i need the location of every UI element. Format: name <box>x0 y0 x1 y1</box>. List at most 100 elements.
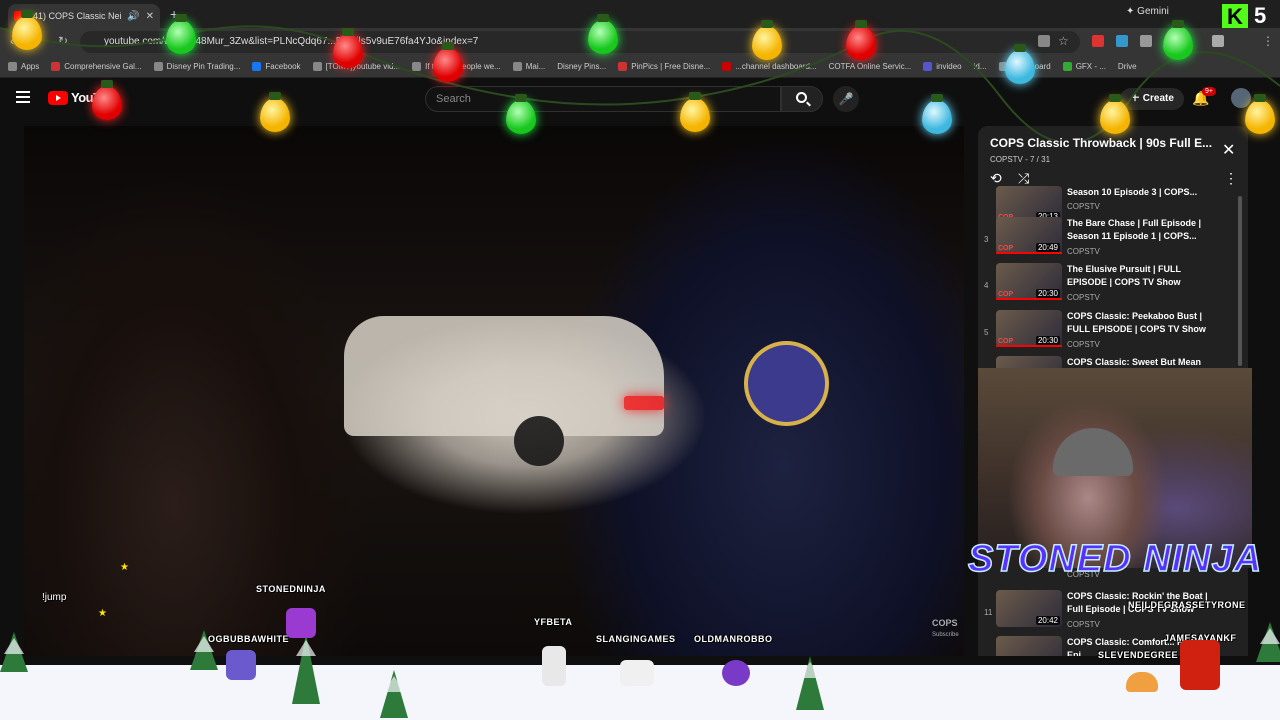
video-player[interactable]: COPS Subscribe <box>24 126 964 656</box>
kick-logo: K <box>1222 4 1248 30</box>
duration-badge: 20:49 <box>1035 243 1060 252</box>
watch-progress-bar <box>996 252 1062 254</box>
subscribe-watermark[interactable]: Subscribe <box>932 632 959 638</box>
star-icon: ★ <box>98 608 107 619</box>
pine-tree-icon <box>292 634 320 704</box>
facebook-icon <box>252 62 262 71</box>
youtube-header: YouT Search 🎤 ＋ Create 🔔 9+ <box>0 78 1280 122</box>
green-bulb-icon <box>588 14 618 54</box>
media-icon[interactable] <box>1212 35 1224 47</box>
tab-audio-icon[interactable]: 🔊 <box>127 11 139 22</box>
bookmark-item[interactable]: PinPics | Free Disne... <box>618 62 710 71</box>
channel-name: COPSTV <box>1067 247 1100 256</box>
bookmark-favicon-icon <box>1062 62 1072 71</box>
chatter-avatar-sprite <box>542 646 566 686</box>
playlist-header: COPS Classic Throwback | 90s Full E... C… <box>978 126 1248 194</box>
red-bulb-icon <box>433 42 463 82</box>
bookmark-item[interactable]: Apps <box>8 62 39 71</box>
bookmark-item[interactable]: id... <box>974 62 987 71</box>
video-title: COPS Classic: Peekaboo Bust | FULL EPISO… <box>1067 311 1206 334</box>
chatter-avatar-sprite <box>1180 640 1220 690</box>
playlist-title[interactable]: COPS Classic Throwback | 90s Full E... <box>990 136 1212 150</box>
video-thumbnail[interactable] <box>996 356 1062 368</box>
bookmark-favicon-icon <box>153 62 163 71</box>
pine-tree-icon <box>1256 622 1280 662</box>
thumbnail-cops-logo: COP <box>998 245 1014 252</box>
video-thumbnail[interactable]: COP 20:49 <box>996 217 1062 254</box>
apps-icon <box>8 62 17 71</box>
bookmark-item[interactable]: Drive <box>1118 62 1137 71</box>
playlist-scrollbar[interactable] <box>1238 196 1242 366</box>
yellow-bulb-icon <box>680 92 710 132</box>
car-taillights <box>624 396 664 410</box>
create-button[interactable]: ＋ Create <box>1120 88 1184 110</box>
playlist-item[interactable]: 3 COP 20:49 The Bare Chase | Full Episode… <box>978 217 1248 263</box>
voice-search-icon[interactable]: 🎤 <box>833 86 859 112</box>
bookmark-item[interactable]: invideo <box>923 62 962 71</box>
chatter-name: NEILDEGRASSETYRONE <box>1128 600 1246 610</box>
star-icon: ★ <box>120 562 129 573</box>
video-thumbnail[interactable]: 20:42 <box>996 590 1062 627</box>
video-thumbnail[interactable] <box>996 636 1062 656</box>
notification-count-badge: 9+ <box>1202 87 1216 96</box>
channel-name: COPSTV <box>1067 293 1100 302</box>
green-bulb-icon <box>166 14 196 54</box>
video-thumbnail[interactable]: COP 20:30 <box>996 310 1062 347</box>
url-text: youtube.com/w...=qx48Mur_3Zw&list=PLNcQd… <box>104 36 479 47</box>
chatter-name: YFBETA <box>534 617 573 627</box>
more-options-icon[interactable]: ⋮ <box>1224 170 1238 187</box>
hamburger-menu-icon[interactable] <box>16 91 30 103</box>
reload-icon[interactable]: ↻ <box>58 34 68 48</box>
browser-menu-icon[interactable]: ⋮ <box>1262 34 1274 48</box>
shuffle-icon[interactable]: ⤮ <box>1018 170 1029 187</box>
thumbnail-cops-logo: COP <box>998 291 1014 298</box>
duration-badge: 20:42 <box>1035 616 1060 625</box>
loop-icon[interactable]: ⟲ <box>990 170 1002 187</box>
close-icon[interactable]: ✕ <box>1222 140 1235 160</box>
bookmark-item[interactable]: Disney Pin Trading... <box>153 62 240 71</box>
browser-tab-bar: (41) COPS Classic Neighbo... 🔊 ✕ + ✦ Gem… <box>0 0 1280 30</box>
extensions-puzzle-icon[interactable] <box>1140 35 1152 47</box>
yellow-bulb-icon <box>1100 94 1130 134</box>
bookmark-item[interactable]: ...channel dashboard... <box>722 62 817 71</box>
tab-close-icon[interactable]: ✕ <box>146 11 154 22</box>
account-avatar[interactable] <box>1231 88 1251 108</box>
bookmark-item[interactable]: COTFA Online Servic... <box>829 62 912 71</box>
video-thumbnail[interactable]: COP 20:30 <box>996 263 1062 300</box>
chatter-name: STONEDNINJA <box>256 584 326 594</box>
red-bulb-icon <box>92 80 122 120</box>
chatter-name: OLDMANROBBO <box>694 634 773 644</box>
search-button[interactable] <box>781 86 823 112</box>
playlist-item[interactable]: 11 20:42 COPS Classic: Rockin' the Boat … <box>978 590 1248 636</box>
channel-watermark[interactable]: COPS <box>932 618 958 628</box>
playlist-item[interactable]: COPS Classic: Sweet But Mean <box>978 356 1248 368</box>
install-icon[interactable] <box>1038 35 1050 47</box>
red-bulb-icon <box>333 28 363 68</box>
police-badge-patch <box>744 341 829 426</box>
search-input[interactable]: Search <box>425 86 781 112</box>
bookmarks-bar: Apps Comprehensive Gal... Disney Pin Tra… <box>0 56 1280 78</box>
extension-icon[interactable] <box>1092 35 1104 47</box>
bookmark-item[interactable]: Mai... <box>512 62 545 71</box>
pine-tree-icon <box>190 630 218 670</box>
gemini-label: Gemini <box>1137 6 1169 17</box>
bookmark-star-icon[interactable]: ☆ <box>1058 34 1069 48</box>
playlist-item[interactable]: 4 COP 20:30 The Elusive Pursuit | FULL EP… <box>978 263 1248 309</box>
kick-viewer-count: 5 <box>1254 3 1267 28</box>
bookmark-favicon-icon <box>412 62 422 71</box>
playlist-item[interactable]: 5 COP 20:30 COPS Classic: Peekaboo Bust |… <box>978 310 1248 356</box>
gemini-button[interactable]: ✦ Gemini <box>1126 6 1169 17</box>
bookmark-favicon-icon <box>722 62 732 71</box>
bookmark-favicon-icon <box>618 62 628 71</box>
extension-icon[interactable] <box>1116 35 1128 47</box>
bookmark-item[interactable]: Comprehensive Gal... <box>51 62 142 71</box>
police-car-image <box>344 316 664 466</box>
yellow-bulb-icon <box>260 92 290 132</box>
watch-progress-bar <box>996 345 1062 347</box>
bookmark-item[interactable]: Facebook <box>252 62 301 71</box>
bookmark-item[interactable]: GFX - ... <box>1062 62 1106 71</box>
chatter-name: OGBUBBAWHITE <box>208 634 289 644</box>
address-bar[interactable]: youtube.com/w...=qx48Mur_3Zw&list=PLNcQd… <box>80 31 1080 53</box>
bookmark-item[interactable]: Disney Pins... <box>557 62 606 71</box>
playlist-subtitle[interactable]: COPSTV - 7 / 31 <box>990 155 1050 164</box>
